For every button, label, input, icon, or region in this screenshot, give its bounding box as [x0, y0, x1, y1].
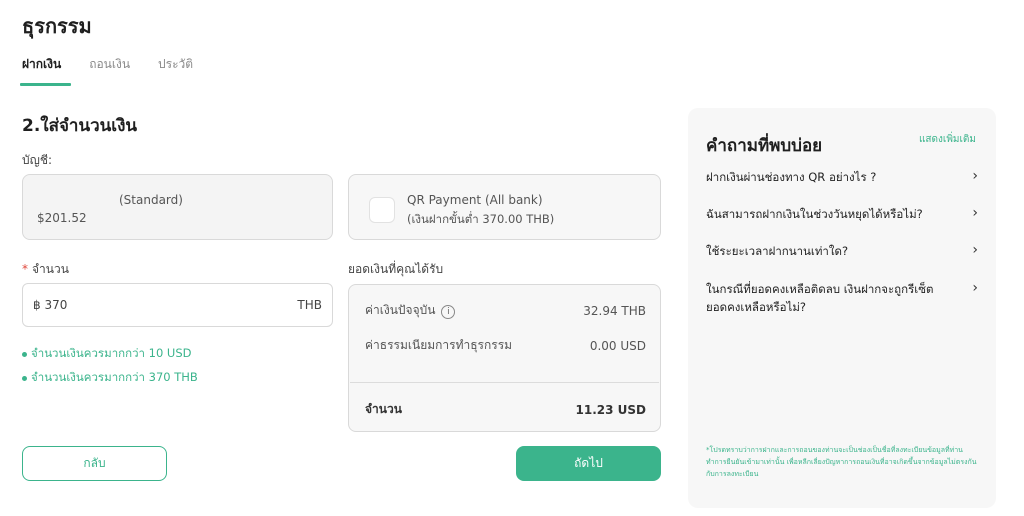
faq-question: ฝากเงินผ่านช่องทาง QR อย่างไร ? [706, 170, 877, 184]
chevron-right-icon: › [972, 280, 978, 296]
tab-bar: ฝากเงิน ถอนเงิน ประวัติ [19, 56, 221, 86]
fee-label: ค่าธรรมเนียมการทำธุรกรรม [365, 338, 513, 352]
payment-min-deposit: (เงินฝากขั้นต่ำ 370.00 THB) [407, 212, 555, 226]
total-row: จำนวน 11.23 USD [365, 400, 646, 419]
amount-rules: จำนวนเงินควรมากกว่า 10 USD จำนวนเงินควรม… [22, 345, 198, 393]
next-button[interactable]: ถัดไป [516, 446, 661, 481]
faq-disclaimer: *โปรดทราบว่าการฝากและการถอนของท่านจะเป็น… [706, 446, 977, 478]
step-title: 2.ใส่จำนวนเงิน [22, 116, 137, 136]
faq-item[interactable]: ใช้ระยะเวลาฝากนานเท่าใด? › [706, 242, 978, 260]
tab-history[interactable]: ประวัติ [158, 56, 193, 86]
tab-withdraw[interactable]: ถอนเงิน [89, 56, 130, 86]
faq-question: ใช้ระยะเวลาฝากนานเท่าใด? [706, 244, 849, 258]
required-mark: * [22, 262, 28, 276]
fee-row: ค่าธรรมเนียมการทำธุรกรรม 0.00 USD [365, 336, 646, 355]
total-value: 11.23 USD [575, 402, 646, 417]
payment-method-card[interactable]: QR Payment (All bank) (เงินฝากขั้นต่ำ 37… [348, 174, 661, 240]
qr-payment-icon [369, 197, 395, 223]
amount-value: ฿ 370 [33, 298, 68, 312]
amount-currency: THB [297, 298, 322, 312]
fee-value: 0.00 USD [589, 338, 646, 353]
tab-deposit[interactable]: ฝากเงิน [19, 56, 72, 86]
account-label: บัญชี: [22, 153, 53, 167]
amount-label-text: จำนวน [32, 262, 69, 276]
rate-value: 32.94 THB [583, 303, 646, 318]
rule-item: จำนวนเงินควรมากกว่า 10 USD [22, 345, 198, 363]
amount-input[interactable]: ฿ 370 THB [22, 283, 333, 327]
chevron-right-icon: › [972, 242, 978, 258]
page-title: ธุรกรรม [22, 14, 92, 38]
payment-method-name: QR Payment (All bank) [407, 193, 543, 207]
chevron-right-icon: › [972, 168, 978, 184]
faq-question: ฉันสามารถฝากเงินในช่วงวันหยุดได้หรือไม่? [706, 207, 923, 221]
summary-card: ค่าเงินปัจจุบัน i 32.94 THB ค่าธรรมเนียมก… [348, 284, 661, 432]
rule-item: จำนวนเงินควรมากกว่า 370 THB [22, 369, 198, 387]
receive-label: ยอดเงินที่คุณได้รับ [348, 262, 444, 276]
amount-label: * จำนวน [22, 260, 69, 279]
bullet-icon [22, 375, 27, 381]
rate-label: ค่าเงินปัจจุบัน [365, 303, 436, 317]
account-balance: $201.52 [37, 211, 87, 225]
faq-title: คำถามที่พบบ่อย [706, 136, 823, 156]
chevron-right-icon: › [972, 205, 978, 221]
faq-question: ในกรณีที่ยอดคงเหลือติดลบ เงินฝากจะถูกรีเ… [706, 282, 934, 314]
back-button[interactable]: กลับ [22, 446, 167, 481]
info-icon[interactable]: i [441, 305, 456, 319]
faq-show-more-link[interactable]: แสดงเพิ่มเติม [919, 132, 976, 147]
faq-item[interactable]: ในกรณีที่ยอดคงเหลือติดลบ เงินฝากจะถูกรีเ… [706, 280, 978, 316]
total-label: จำนวน [365, 402, 402, 416]
rate-row: ค่าเงินปัจจุบัน i 32.94 THB [365, 301, 646, 320]
account-card[interactable]: (Standard) $201.52 [22, 174, 333, 240]
faq-item[interactable]: ฉันสามารถฝากเงินในช่วงวันหยุดได้หรือไม่?… [706, 205, 978, 223]
account-type: (Standard) [119, 193, 183, 207]
bullet-icon [22, 351, 27, 357]
faq-panel: คำถามที่พบบ่อย แสดงเพิ่มเติม ฝากเงินผ่าน… [688, 108, 996, 508]
summary-divider [350, 382, 659, 383]
faq-item[interactable]: ฝากเงินผ่านช่องทาง QR อย่างไร ? › [706, 168, 978, 186]
